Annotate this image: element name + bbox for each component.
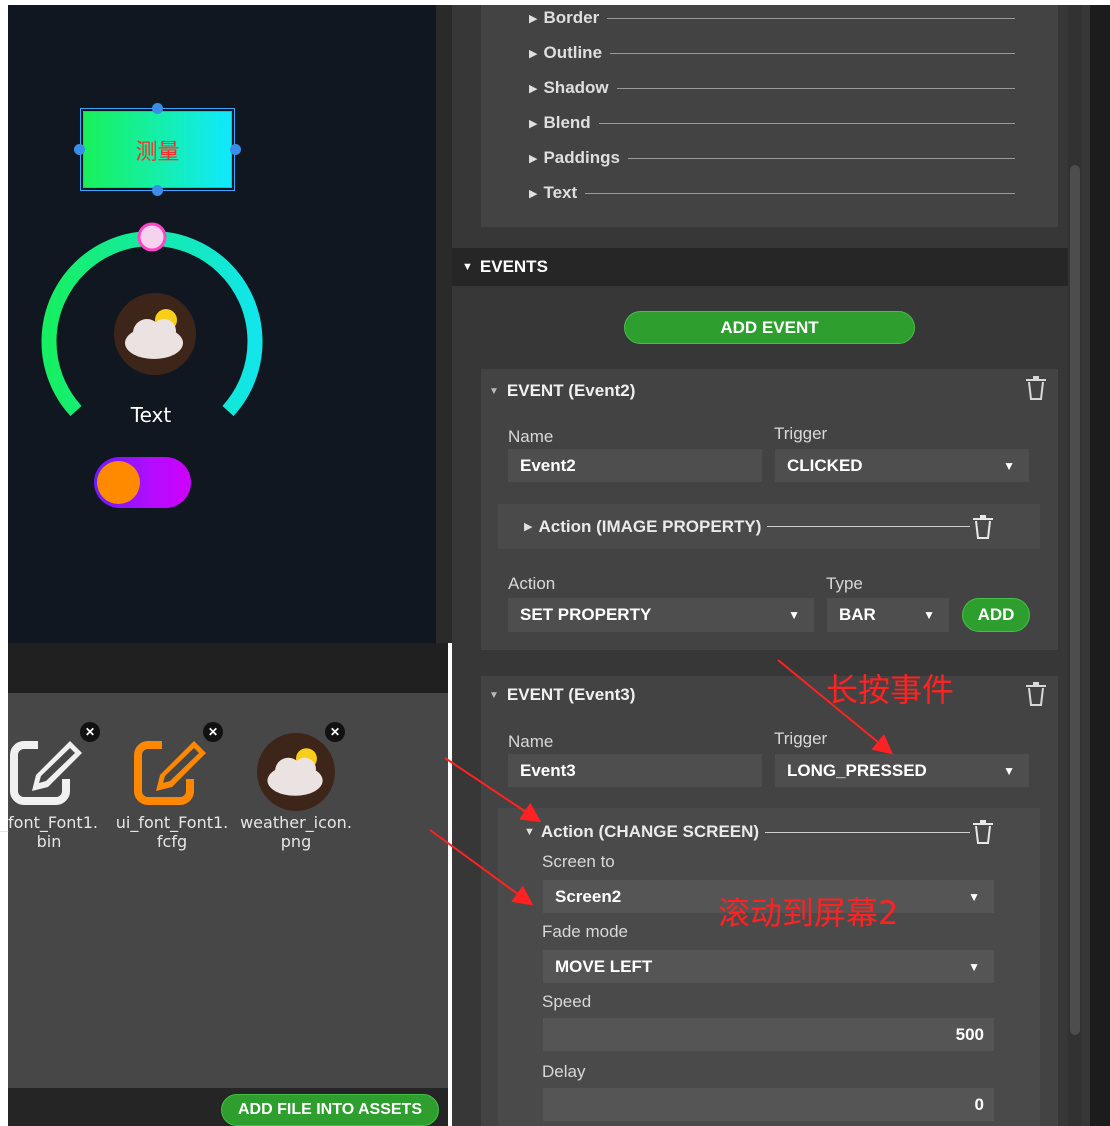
- scrollbar-thumb[interactable]: [1070, 165, 1080, 1035]
- resize-handle-top[interactable]: [152, 103, 163, 114]
- collapse-triangle-icon: ▼: [524, 826, 535, 838]
- add-event-button[interactable]: ADD EVENT: [624, 311, 915, 344]
- dropdown-arrow-icon: ▼: [1003, 763, 1015, 778]
- switch-knob: [97, 461, 140, 504]
- asset-font-bin[interactable]: [8, 733, 88, 807]
- expand-triangle-icon: ▶: [529, 47, 538, 60]
- event2-type-select[interactable]: BAR ▼: [827, 598, 949, 632]
- expand-triangle-icon: ▶: [524, 521, 533, 533]
- dropdown-arrow-icon: ▼: [923, 608, 935, 622]
- panel-rail: [1090, 5, 1110, 1126]
- speed-input[interactable]: 500: [543, 1018, 994, 1051]
- asset-3-label: weather_icon. png: [240, 813, 352, 851]
- assets-toolbar: [8, 643, 448, 693]
- edit-icon: [10, 733, 88, 805]
- weather-image-widget[interactable]: [114, 293, 196, 375]
- event3-name-label: Name: [508, 732, 554, 751]
- delay-label: Delay: [542, 1062, 586, 1081]
- section-border[interactable]: ▶ Border: [529, 7, 1015, 29]
- trash-icon[interactable]: [972, 514, 994, 540]
- expand-triangle-icon: ▶: [529, 152, 538, 165]
- arc-knob[interactable]: [137, 222, 167, 252]
- expand-triangle-icon: ▶: [529, 187, 538, 200]
- event3-trigger-select[interactable]: LONG_PRESSED ▼: [775, 754, 1029, 787]
- event2-type-label: Type: [826, 574, 863, 593]
- dropdown-arrow-icon: ▼: [968, 889, 980, 904]
- fade-mode-label: Fade mode: [542, 922, 628, 941]
- expand-triangle-icon: ▶: [529, 117, 538, 130]
- event2-name-input[interactable]: Event2: [508, 449, 762, 482]
- delay-input[interactable]: 0: [543, 1088, 994, 1121]
- event3-action-header[interactable]: ▼ Action (CHANGE SCREEN): [498, 810, 1040, 854]
- resize-handle-bottom[interactable]: [152, 185, 163, 196]
- trash-icon[interactable]: [1025, 681, 1047, 707]
- asset-font-fcfg[interactable]: [132, 733, 212, 807]
- collapse-triangle-icon: ▼: [489, 689, 499, 701]
- screen-to-label: Screen to: [542, 852, 615, 871]
- expand-triangle-icon: ▶: [529, 12, 538, 25]
- measure-button-widget[interactable]: 测量: [83, 111, 232, 188]
- remove-asset-3-button[interactable]: ✕: [325, 722, 345, 742]
- measure-button-label: 测量: [135, 139, 180, 165]
- arc-text-label: Text: [130, 403, 172, 427]
- resize-handle-left[interactable]: [74, 144, 85, 155]
- event2-action-select[interactable]: SET PROPERTY ▼: [508, 598, 814, 632]
- annotation-long-press: 长按事件: [826, 671, 955, 709]
- remove-asset-1-button[interactable]: ✕: [80, 722, 100, 742]
- section-blend[interactable]: ▶ Blend: [529, 112, 1015, 134]
- asset-1-label: _font_Font1. bin: [0, 813, 98, 851]
- remove-asset-2-button[interactable]: ✕: [203, 722, 223, 742]
- event2-action-header[interactable]: ▶ Action (IMAGE PROPERTY): [498, 504, 1040, 549]
- event2-action-label: Action: [508, 574, 556, 593]
- event3-header[interactable]: ▼ EVENT (Event3): [489, 685, 635, 705]
- edit-icon: [134, 733, 212, 805]
- event2-trigger-label: Trigger: [774, 424, 828, 443]
- event2-header[interactable]: ▼ EVENT (Event2): [489, 381, 635, 401]
- trash-icon[interactable]: [972, 819, 994, 845]
- section-shadow[interactable]: ▶ Shadow: [529, 77, 1015, 99]
- event2-trigger-select[interactable]: CLICKED ▼: [775, 449, 1029, 482]
- asset-weather-png[interactable]: [257, 733, 335, 811]
- add-action-button[interactable]: ADD: [962, 598, 1030, 632]
- section-outline[interactable]: ▶ Outline: [529, 42, 1015, 64]
- speed-label: Speed: [542, 992, 592, 1011]
- event3-trigger-label: Trigger: [774, 729, 828, 748]
- dropdown-arrow-icon: ▼: [788, 608, 800, 622]
- section-paddings[interactable]: ▶ Paddings: [529, 147, 1015, 169]
- collapse-triangle-icon: ▼: [462, 261, 473, 273]
- dropdown-arrow-icon: ▼: [1003, 458, 1015, 473]
- collapse-triangle-icon: ▼: [489, 385, 499, 397]
- annotation-scroll-to-screen: 滚动到屏幕2: [718, 894, 899, 932]
- resize-handle-right[interactable]: [230, 144, 241, 155]
- weather-icon: [125, 309, 183, 359]
- weather-icon: [267, 748, 323, 796]
- events-section-header[interactable]: ▼ EVENTS: [452, 248, 1068, 286]
- event2-name-label: Name: [508, 427, 554, 446]
- section-text[interactable]: ▶ Text: [529, 182, 1015, 204]
- dropdown-arrow-icon: ▼: [968, 959, 980, 974]
- switch-widget[interactable]: [94, 457, 191, 508]
- asset-2-label: ui_font_Font1. fcfg: [115, 813, 229, 851]
- expand-triangle-icon: ▶: [529, 82, 538, 95]
- event3-name-input[interactable]: Event3: [508, 754, 762, 787]
- canvas-gutter: [436, 5, 452, 643]
- trash-icon[interactable]: [1025, 375, 1047, 401]
- add-file-into-assets-button[interactable]: ADD FILE INTO ASSETS: [221, 1094, 439, 1126]
- fade-mode-select[interactable]: MOVE LEFT ▼: [543, 950, 994, 983]
